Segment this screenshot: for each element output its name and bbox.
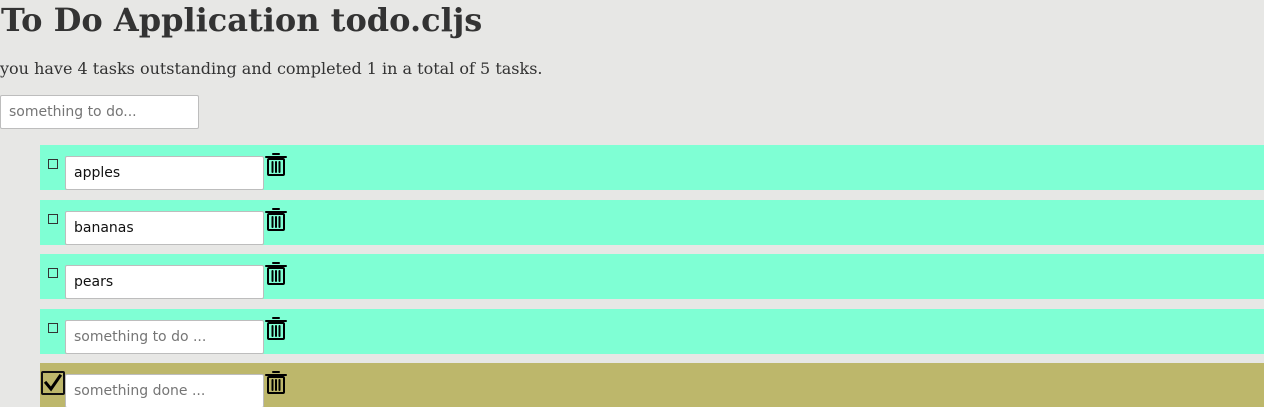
page-title: To Do Application todo.cljs: [1, 1, 483, 39]
task-checkbox[interactable]: [48, 214, 58, 224]
todo-row: [40, 254, 1264, 299]
task-input[interactable]: [65, 211, 264, 245]
trash-icon[interactable]: [264, 260, 288, 286]
todo-row: [40, 200, 1264, 245]
task-summary: you have 4 tasks outstanding and complet…: [0, 59, 543, 78]
trash-icon[interactable]: [264, 206, 288, 232]
task-input[interactable]: [65, 265, 264, 299]
todo-row: [40, 145, 1264, 190]
trash-icon[interactable]: [264, 151, 288, 177]
task-checkbox[interactable]: [48, 159, 58, 169]
task-checkbox-checked[interactable]: [41, 371, 65, 395]
checkmark-icon: [43, 373, 63, 392]
new-task-input[interactable]: [0, 95, 199, 129]
task-input[interactable]: [65, 156, 264, 190]
todo-row-completed: [40, 363, 1264, 407]
todo-row: [40, 309, 1264, 354]
trash-icon[interactable]: [264, 315, 288, 341]
task-checkbox[interactable]: [48, 323, 58, 333]
task-input[interactable]: [65, 374, 264, 407]
task-checkbox[interactable]: [48, 268, 58, 278]
task-input[interactable]: [65, 320, 264, 354]
trash-icon[interactable]: [264, 369, 288, 395]
